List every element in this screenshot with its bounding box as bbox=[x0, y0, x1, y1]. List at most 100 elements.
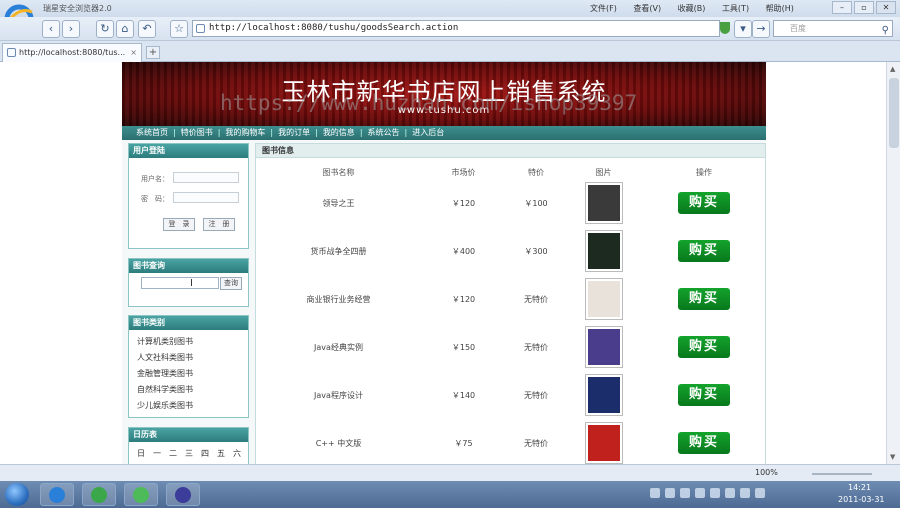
menu-view[interactable]: 查看(V) bbox=[633, 4, 661, 13]
menu-file[interactable]: 文件(F) bbox=[590, 4, 617, 13]
category-item[interactable]: 少儿娱乐类图书 bbox=[137, 398, 193, 414]
menu-help[interactable]: 帮助(H) bbox=[766, 4, 794, 13]
buy-button[interactable]: 购买 bbox=[678, 288, 730, 310]
username-field[interactable] bbox=[173, 172, 239, 183]
tab-bar: http://localhost:8080/tus... × + bbox=[0, 41, 900, 62]
book-table: 图书名称 市场价 特价 图片 操作 领导之王 ￥120 ￥100 购买 货币战争全四册 ￥… bbox=[256, 165, 767, 464]
search-icon[interactable]: ⚲ bbox=[882, 23, 889, 38]
nav-announcements[interactable]: 系统公告 bbox=[368, 126, 400, 140]
market-price: ￥150 bbox=[451, 342, 476, 352]
clock-date: 2011-03-31 bbox=[838, 495, 885, 504]
category-item[interactable]: 计算机类别图书 bbox=[137, 334, 193, 350]
scroll-down-icon[interactable]: ▼ bbox=[890, 453, 895, 461]
nav-home[interactable]: 系统首页 bbox=[136, 126, 168, 140]
nav-cart[interactable]: 我的购物车 bbox=[225, 126, 265, 140]
vertical-scrollbar[interactable]: ▲ ▼ bbox=[886, 62, 900, 464]
header-action: 操作 bbox=[696, 167, 712, 177]
register-button[interactable]: 注 册 bbox=[203, 218, 235, 231]
tab-active[interactable]: http://localhost:8080/tus... × bbox=[2, 43, 142, 62]
tray-icon[interactable] bbox=[755, 488, 765, 498]
nav-special-books[interactable]: 特价图书 bbox=[181, 126, 213, 140]
menu-favorites[interactable]: 收藏(B) bbox=[678, 4, 706, 13]
tray-icon[interactable] bbox=[650, 488, 660, 498]
start-button-icon[interactable] bbox=[5, 483, 29, 506]
refresh-icon[interactable]: ↻ bbox=[96, 20, 114, 38]
scrollbar-thumb[interactable] bbox=[889, 78, 899, 148]
category-item[interactable]: 自然科学类图书 bbox=[137, 382, 193, 398]
favorite-star-icon[interactable]: ☆ bbox=[170, 20, 188, 38]
home-icon[interactable]: ⌂ bbox=[116, 20, 134, 38]
book-search-button[interactable]: 查询 bbox=[220, 277, 242, 290]
book-cover-image[interactable] bbox=[584, 230, 623, 272]
book-name[interactable]: 货币战争全四册 bbox=[256, 227, 421, 275]
weekday: 三 bbox=[185, 449, 193, 458]
forward-arrow-icon[interactable]: › bbox=[62, 20, 80, 38]
calendar-weekdays: 日 一 二 三 四 五 六 bbox=[137, 448, 241, 459]
tray-icon[interactable] bbox=[740, 488, 750, 498]
buy-button[interactable]: 购买 bbox=[678, 240, 730, 262]
book-info-title: 图书信息 bbox=[256, 144, 765, 158]
book-cover-image[interactable] bbox=[584, 182, 623, 224]
table-row: C++ 中文版 ￥75 无特价 购买 bbox=[256, 419, 767, 464]
address-bar[interactable]: http://localhost:8080/tushu/goodsSearch.… bbox=[192, 20, 720, 37]
book-name[interactable]: Java程序设计 bbox=[256, 371, 421, 419]
go-arrow-icon[interactable]: → bbox=[752, 20, 770, 38]
tray-icon[interactable] bbox=[710, 488, 720, 498]
password-field[interactable] bbox=[173, 192, 239, 203]
buy-button[interactable]: 购买 bbox=[678, 192, 730, 214]
category-item[interactable]: 人文社科类图书 bbox=[137, 350, 193, 366]
nav-orders[interactable]: 我的订单 bbox=[278, 126, 310, 140]
close-tab-icon[interactable]: × bbox=[130, 44, 137, 61]
table-row: 货币战争全四册 ￥400 ￥300 购买 bbox=[256, 227, 767, 275]
buy-button[interactable]: 购买 bbox=[678, 432, 730, 454]
nav-admin[interactable]: 进入后台 bbox=[412, 126, 444, 140]
taskbar-ie-icon[interactable] bbox=[40, 483, 74, 506]
taskbar-app-icon[interactable] bbox=[166, 483, 200, 506]
tray-icon[interactable] bbox=[680, 488, 690, 498]
category-item[interactable]: 金融管理类图书 bbox=[137, 366, 193, 382]
book-name[interactable]: C++ 中文版 bbox=[256, 419, 421, 464]
maximize-icon[interactable]: ▫ bbox=[854, 1, 874, 14]
chevron-down-icon[interactable]: ▾ bbox=[734, 20, 752, 38]
new-tab-icon[interactable]: + bbox=[146, 46, 160, 59]
book-search-input[interactable]: I bbox=[141, 277, 219, 289]
weekday: 六 bbox=[233, 449, 241, 458]
tray-icon[interactable] bbox=[665, 488, 675, 498]
book-name[interactable]: Java经典实例 bbox=[256, 323, 421, 371]
scroll-up-icon[interactable]: ▲ bbox=[890, 65, 895, 73]
book-search-title: 图书查询 bbox=[129, 259, 248, 273]
book-name[interactable]: 领导之王 bbox=[256, 179, 421, 227]
nav-my-info[interactable]: 我的信息 bbox=[323, 126, 355, 140]
book-cover-image[interactable] bbox=[584, 326, 623, 368]
header-image: 图片 bbox=[595, 167, 612, 177]
tray-icon[interactable] bbox=[695, 488, 705, 498]
special-price: ￥100 bbox=[524, 198, 548, 208]
page-icon bbox=[196, 24, 205, 33]
header-special-price: 特价 bbox=[528, 167, 544, 177]
buy-button[interactable]: 购买 bbox=[678, 384, 730, 406]
login-button[interactable]: 登 录 bbox=[163, 218, 195, 231]
book-cover-image[interactable] bbox=[584, 278, 623, 320]
zoom-level[interactable]: 100% bbox=[755, 468, 778, 477]
undo-icon[interactable]: ↶ bbox=[138, 20, 156, 38]
weekday: 二 bbox=[169, 449, 177, 458]
system-tray bbox=[650, 488, 765, 498]
zoom-slider[interactable] bbox=[812, 473, 872, 475]
menu-tools[interactable]: 工具(T) bbox=[722, 4, 749, 13]
minimize-icon[interactable]: – bbox=[832, 1, 852, 14]
shield-icon[interactable] bbox=[720, 22, 730, 34]
book-cover-image[interactable] bbox=[584, 422, 623, 464]
taskbar-app-icon[interactable] bbox=[124, 483, 158, 506]
window-controls: – ▫ ✕ bbox=[832, 1, 896, 14]
book-cover-image[interactable] bbox=[584, 374, 623, 416]
taskbar-browser-icon[interactable] bbox=[82, 483, 116, 506]
tray-icon[interactable] bbox=[725, 488, 735, 498]
watermark-text: https://www.huzhan.com/ishop39397 bbox=[220, 91, 638, 115]
close-icon[interactable]: ✕ bbox=[876, 1, 896, 14]
browser-search-input[interactable]: 百度 ⚲ bbox=[773, 20, 893, 37]
weekday: 五 bbox=[217, 449, 225, 458]
book-name[interactable]: 商业银行业务经营 bbox=[256, 275, 421, 323]
buy-button[interactable]: 购买 bbox=[678, 336, 730, 358]
status-bar: 100% bbox=[0, 464, 900, 481]
back-arrow-icon[interactable]: ‹ bbox=[42, 20, 60, 38]
